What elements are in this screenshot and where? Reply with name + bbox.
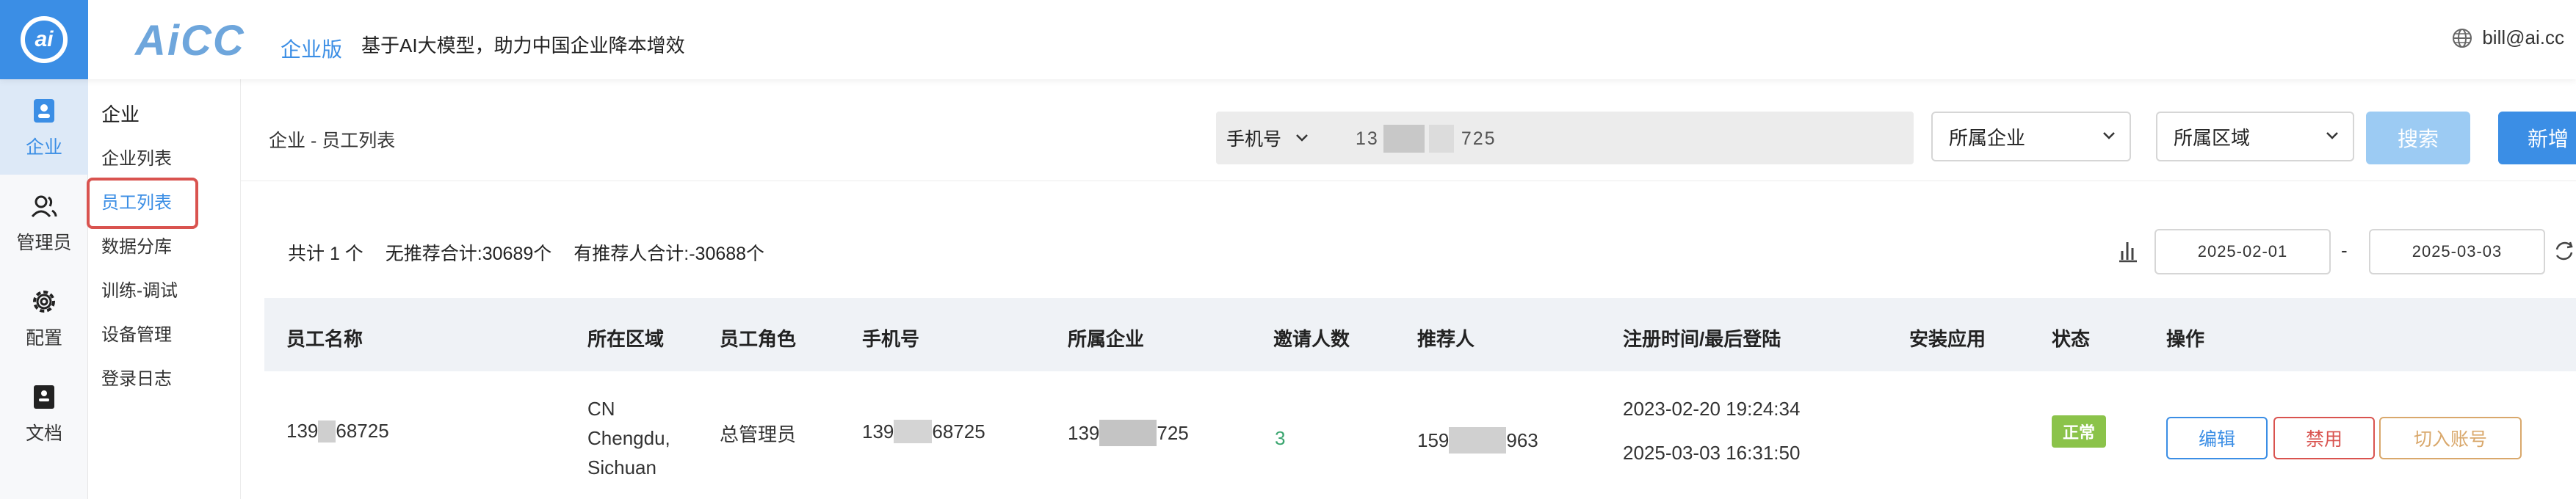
search-button[interactable]: 搜索	[2366, 112, 2470, 164]
submenu-title: 企业	[101, 103, 140, 125]
submenu-item-train-debug[interactable]: 训练-调试	[101, 276, 178, 302]
gear-icon	[33, 291, 55, 313]
nav-label: 文档	[25, 423, 62, 444]
search-field-label: 手机号	[1226, 129, 1282, 150]
enterprise-icon	[34, 99, 54, 123]
col-header-register-time: 注册时间/最后登陆	[1623, 328, 1781, 350]
cell-referrer-prefix: 159	[1417, 429, 1450, 451]
cell-referrer-suffix: 963	[1506, 429, 1538, 451]
bar-chart-icon[interactable]	[2116, 238, 2138, 263]
submenu-item-data-shard[interactable]: 数据分库	[101, 232, 172, 258]
cell-phone-prefix: 139	[862, 420, 894, 442]
company-select-label: 所属企业	[1949, 126, 2026, 149]
admin-icon	[31, 195, 57, 218]
left-nav: 企业 管理员 配置 文档	[0, 79, 88, 499]
summary-no-referrer: 无推荐合计:30689个	[385, 244, 552, 264]
submenu-item-device-mgmt[interactable]: 设备管理	[101, 320, 172, 346]
top-header: ai AiCC 企业版 基于AI大模型，助力中国企业降本增效 bill@ai.c…	[0, 0, 2576, 79]
breadcrumb: 企业 - 员工列表	[269, 131, 396, 151]
slogan: 基于AI大模型，助力中国企业降本增效	[361, 34, 685, 57]
redacted-block	[894, 420, 933, 443]
cell-company: 139 725	[1068, 420, 1189, 446]
cell-registered-time: 2023-02-20 19:24:34	[1623, 398, 1801, 420]
redacted-block	[1428, 125, 1454, 153]
nav-item-enterprise[interactable]: 企业	[0, 79, 88, 175]
region-select-label: 所属区域	[2174, 126, 2251, 149]
cell-role: 总管理员	[720, 423, 797, 445]
cell-region-line3: Sichuan	[587, 456, 656, 478]
col-header-status: 状态	[2052, 328, 2091, 350]
cell-last-login-time: 2025-03-03 16:31:50	[1623, 442, 1801, 464]
nav-item-config[interactable]: 配置	[0, 270, 88, 365]
user-email: bill@ai.cc	[2482, 26, 2564, 48]
table-header: 员工名称 所在区域 员工角色 手机号 所属企业 邀请人数 推荐人 注册时间/最后…	[264, 298, 2576, 371]
document-icon	[34, 385, 54, 409]
nav-label: 配置	[25, 328, 62, 349]
redacted-block	[1449, 427, 1507, 454]
col-header-name: 员工名称	[286, 328, 363, 350]
app-logo[interactable]: ai	[0, 0, 88, 79]
selection-highlight	[87, 178, 198, 229]
summary-with-referrer: 有推荐人合计:-30688个	[574, 244, 765, 264]
phone-search-group: 手机号 13 725	[1216, 112, 1914, 164]
nav-item-docs[interactable]: 文档	[0, 365, 88, 461]
chevron-down-icon	[2326, 132, 2338, 139]
sub-menu: 企业 企业列表 员工列表 数据分库 训练-调试 设备管理 登录日志	[88, 79, 241, 499]
date-end-input[interactable]: 2025-03-03	[2369, 229, 2545, 274]
redacted-block	[318, 420, 336, 442]
status-badge: 正常	[2052, 415, 2106, 448]
add-button[interactable]: 新增	[2498, 112, 2576, 164]
phone-input-suffix: 725	[1461, 128, 1497, 149]
nav-label: 管理员	[16, 233, 72, 253]
col-header-company: 所属企业	[1068, 328, 1145, 350]
date-separator: -	[2341, 239, 2348, 261]
refresh-icon[interactable]	[2553, 239, 2576, 263]
globe-icon	[2453, 28, 2472, 48]
cell-phone: 139 68725	[862, 420, 985, 443]
company-select[interactable]: 所属企业	[1931, 112, 2131, 161]
chevron-down-icon	[2103, 132, 2115, 139]
col-header-referrer: 推荐人	[1417, 328, 1475, 350]
user-menu[interactable]: bill@ai.cc	[2451, 26, 2564, 49]
search-field-select[interactable]: 手机号	[1226, 125, 1309, 151]
summary-bar: 共计 1 个 无推荐合计:30689个 有推荐人合计:-30688个	[288, 239, 764, 266]
date-start-input[interactable]: 2025-02-01	[2154, 229, 2331, 274]
col-header-role: 员工角色	[720, 328, 797, 350]
cell-invites-link[interactable]: 3	[1275, 427, 1285, 450]
submenu-item-company-list[interactable]: 企业列表	[101, 144, 172, 170]
nav-label: 企业	[25, 137, 62, 158]
cell-phone-suffix: 68725	[932, 420, 985, 442]
col-header-actions: 操作	[2166, 328, 2205, 350]
cell-referrer: 159 963	[1417, 427, 1538, 454]
cell-name-prefix: 139	[286, 420, 319, 442]
col-header-phone: 手机号	[862, 328, 920, 350]
cell-company-suffix: 725	[1157, 421, 1189, 444]
cell-name: 139 68725	[286, 420, 389, 442]
brand-name: AiCC	[135, 17, 245, 65]
col-header-apps: 安装应用	[1909, 328, 1986, 350]
cell-company-prefix: 139	[1068, 421, 1100, 444]
cell-region-line1: CN	[587, 398, 615, 420]
submenu-item-login-log[interactable]: 登录日志	[101, 364, 172, 390]
phone-input-prefix: 13	[1356, 128, 1379, 149]
region-select[interactable]: 所属区域	[2156, 112, 2354, 161]
logo-icon: ai	[21, 16, 68, 63]
disable-button[interactable]: 禁用	[2273, 417, 2375, 459]
summary-total: 共计 1 个	[288, 244, 363, 264]
chevron-down-icon	[1296, 134, 1308, 142]
cell-region-line2: Chengdu,	[587, 427, 670, 449]
phone-input[interactable]: 13 725	[1356, 125, 1497, 153]
brand-edition: 企业版	[281, 38, 343, 61]
redacted-block	[1099, 420, 1157, 446]
switch-account-button[interactable]: 切入账号	[2379, 417, 2522, 459]
cell-name-suffix: 68725	[336, 420, 389, 442]
col-header-region: 所在区域	[587, 328, 665, 350]
col-header-invites: 邀请人数	[1273, 328, 1350, 350]
nav-item-admin[interactable]: 管理员	[0, 175, 88, 270]
redacted-block	[1383, 125, 1425, 153]
edit-button[interactable]: 编辑	[2166, 417, 2268, 459]
